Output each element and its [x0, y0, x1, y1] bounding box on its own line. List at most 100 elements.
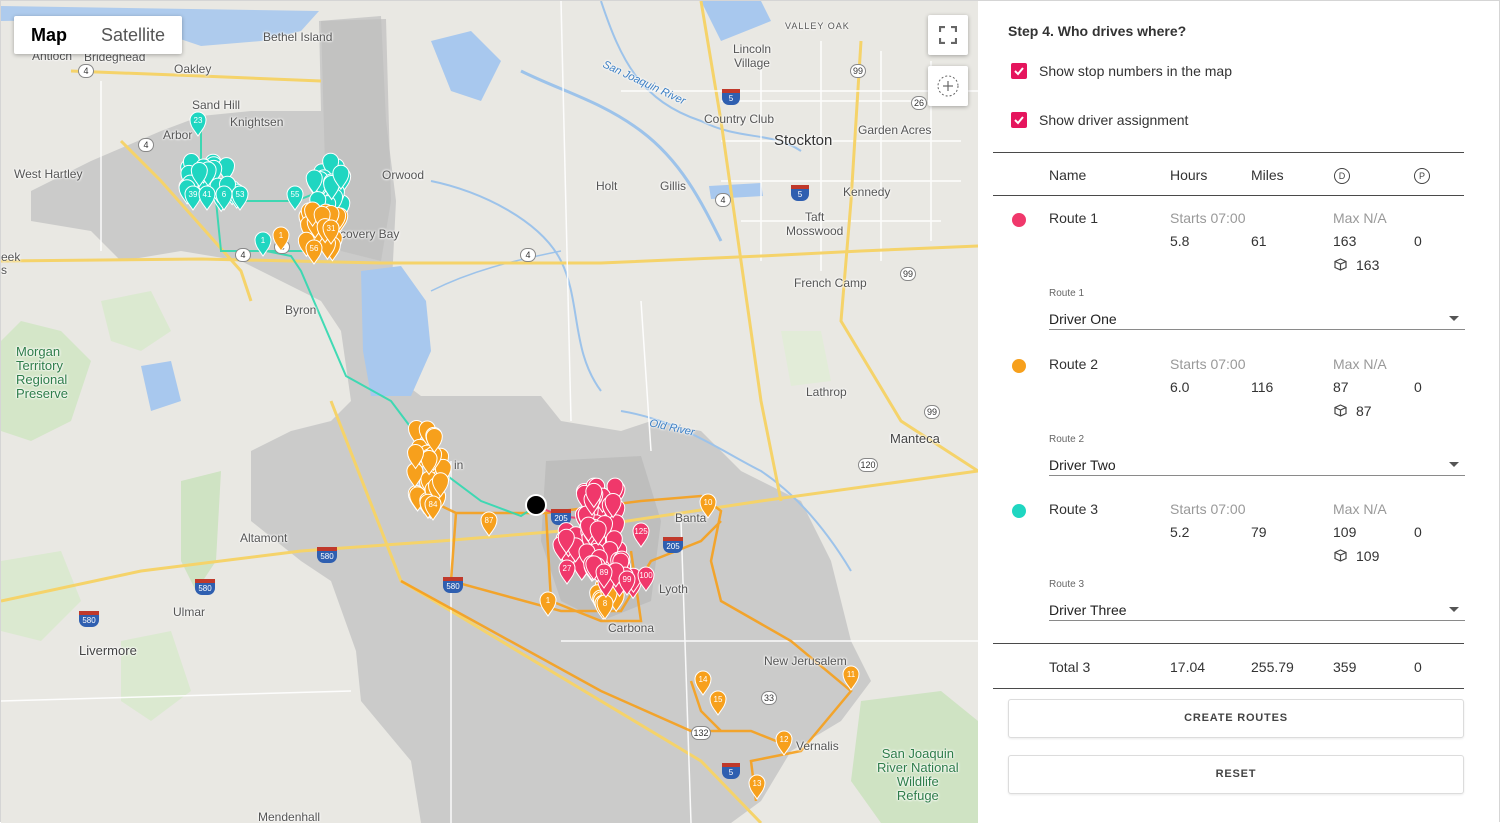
dropdown-arrow-icon [1449, 462, 1459, 467]
pin-label: 31 [327, 224, 336, 233]
route-max: Max N/A [1333, 356, 1387, 372]
fullscreen-button[interactable] [928, 15, 968, 55]
satellite-view-button[interactable]: Satellite [84, 16, 182, 54]
divider [993, 643, 1464, 644]
driver-select-value: Driver Two [1049, 457, 1116, 473]
route2-stop-pin[interactable]: 8 [596, 594, 614, 620]
divider [993, 195, 1464, 196]
show-stop-numbers-label: Show stop numbers in the map [1039, 63, 1232, 79]
pin-label: 10 [704, 498, 713, 507]
total-miles: 255.79 [1251, 659, 1294, 675]
dropdown-arrow-icon [1449, 316, 1459, 321]
route-hours: 5.2 [1170, 524, 1190, 540]
route2-stop-pin[interactable]: 13 [748, 774, 766, 800]
route3-stop-pin[interactable]: 39 [184, 185, 202, 211]
total-hours: 17.04 [1170, 659, 1206, 675]
divider [993, 152, 1464, 153]
divider [993, 688, 1464, 689]
delivery-icon: D [1334, 168, 1350, 184]
route3-stop-pin[interactable]: 23 [189, 111, 207, 137]
route-name: Route 1 [1049, 210, 1099, 226]
pin-label: 89 [600, 568, 609, 577]
driver-select-label: Route 3 [1049, 579, 1085, 590]
route-color-dot [1012, 213, 1026, 227]
pin-label: 41 [203, 190, 212, 199]
pin-label: 14 [699, 675, 708, 684]
package-icon [1334, 404, 1347, 417]
route2-stop-pin[interactable]: 1 [272, 226, 290, 252]
pickup-icon: P [1414, 168, 1430, 184]
pin-layer[interactable]: 2339 41 6 53 551156318487101 8141511121327 899… [1, 1, 978, 823]
route-pickups: 0 [1414, 524, 1422, 540]
route2-stop-pin[interactable]: 87 [480, 511, 498, 537]
route-package-count: 109 [1356, 548, 1380, 564]
route-package-count: 163 [1356, 257, 1380, 273]
route2-stop-pin[interactable]: 15 [709, 690, 727, 716]
pin-label: 56 [310, 244, 319, 253]
pin-label: 39 [189, 190, 198, 199]
total-deliveries: 359 [1333, 659, 1357, 675]
route-name: Route 2 [1049, 356, 1099, 372]
driver-select[interactable]: Driver Two [1049, 450, 1465, 476]
crosshair-icon [937, 75, 959, 97]
route1-stop-pin[interactable]: 125 [632, 522, 650, 548]
route2-stop-pin[interactable]: 1 [539, 591, 557, 617]
route-max: Max N/A [1333, 210, 1387, 226]
total-pickups: 0 [1414, 659, 1422, 675]
pin-label: 87 [485, 516, 494, 525]
route-miles: 79 [1251, 524, 1267, 540]
route-start-time: Starts 07:00 [1170, 356, 1246, 372]
route3-stop-pin[interactable]: 1 [254, 231, 272, 257]
route1-stop-pin[interactable]: 27 [558, 559, 576, 585]
route-pickups: 0 [1414, 233, 1422, 249]
route2-stop-pin[interactable]: 10 [699, 493, 717, 519]
pin-label: 6 [222, 190, 227, 199]
route3-stop-pin[interactable]: 41 [198, 185, 216, 211]
route-name: Route 3 [1049, 501, 1099, 517]
route2-stop-pin[interactable]: 12 [775, 730, 793, 756]
checkmark-icon [1014, 116, 1024, 125]
show-stop-numbers-checkbox[interactable] [1011, 63, 1027, 79]
header-name: Name [1049, 167, 1087, 183]
pin-label: 1 [261, 236, 266, 245]
route-deliveries: 87 [1333, 379, 1349, 395]
route-deliveries: 109 [1333, 524, 1357, 540]
route-hours: 6.0 [1170, 379, 1190, 395]
fullscreen-icon [939, 26, 957, 44]
route3-stop-pin[interactable]: 55 [286, 185, 304, 211]
pin-label: 23 [194, 116, 203, 125]
route-miles: 116 [1251, 379, 1274, 395]
map-view[interactable]: Antioch Brideghead Oakley Bethel Island … [1, 1, 978, 823]
reset-button[interactable]: RESET [1008, 755, 1464, 794]
pin-label: 125 [634, 527, 648, 536]
pin-label: 8 [603, 599, 608, 608]
route-pickups: 0 [1414, 379, 1422, 395]
route2-stop-pin[interactable]: 56 [305, 239, 323, 265]
locate-button[interactable] [928, 66, 968, 106]
show-driver-assignment-option[interactable]: Show driver assignment [1011, 112, 1188, 128]
map-type-toggle[interactable]: Map Satellite [14, 16, 183, 54]
pin-label: 12 [780, 735, 789, 744]
show-driver-assignment-label: Show driver assignment [1039, 112, 1189, 128]
show-stop-numbers-option[interactable]: Show stop numbers in the map [1011, 63, 1232, 79]
driver-select[interactable]: Driver One [1049, 304, 1465, 330]
map-view-button[interactable]: Map [14, 16, 84, 54]
pin-label: 55 [291, 190, 300, 199]
route-color-dot [1012, 359, 1026, 373]
driver-select-label: Route 1 [1049, 288, 1085, 299]
total-label: Total 3 [1049, 659, 1091, 675]
route-hours: 5.8 [1170, 233, 1190, 249]
show-driver-assignment-checkbox[interactable] [1011, 112, 1027, 128]
route2-stop-pin[interactable]: 11 [842, 665, 860, 691]
route-color-dot [1012, 504, 1026, 518]
route-start-time: Starts 07:00 [1170, 501, 1246, 517]
route3-stop-pin[interactable]: 53 [231, 185, 249, 211]
pin-label: 84 [429, 500, 438, 509]
header-miles: Miles [1251, 167, 1284, 183]
route-start-time: Starts 07:00 [1170, 210, 1246, 226]
pin-label: 1 [546, 596, 551, 605]
driver-select[interactable]: Driver Three [1049, 595, 1465, 621]
create-routes-button[interactable]: CREATE ROUTES [1008, 699, 1464, 738]
route2-stop-pin[interactable]: 14 [694, 670, 712, 696]
driver-select-label: Route 2 [1049, 434, 1085, 445]
